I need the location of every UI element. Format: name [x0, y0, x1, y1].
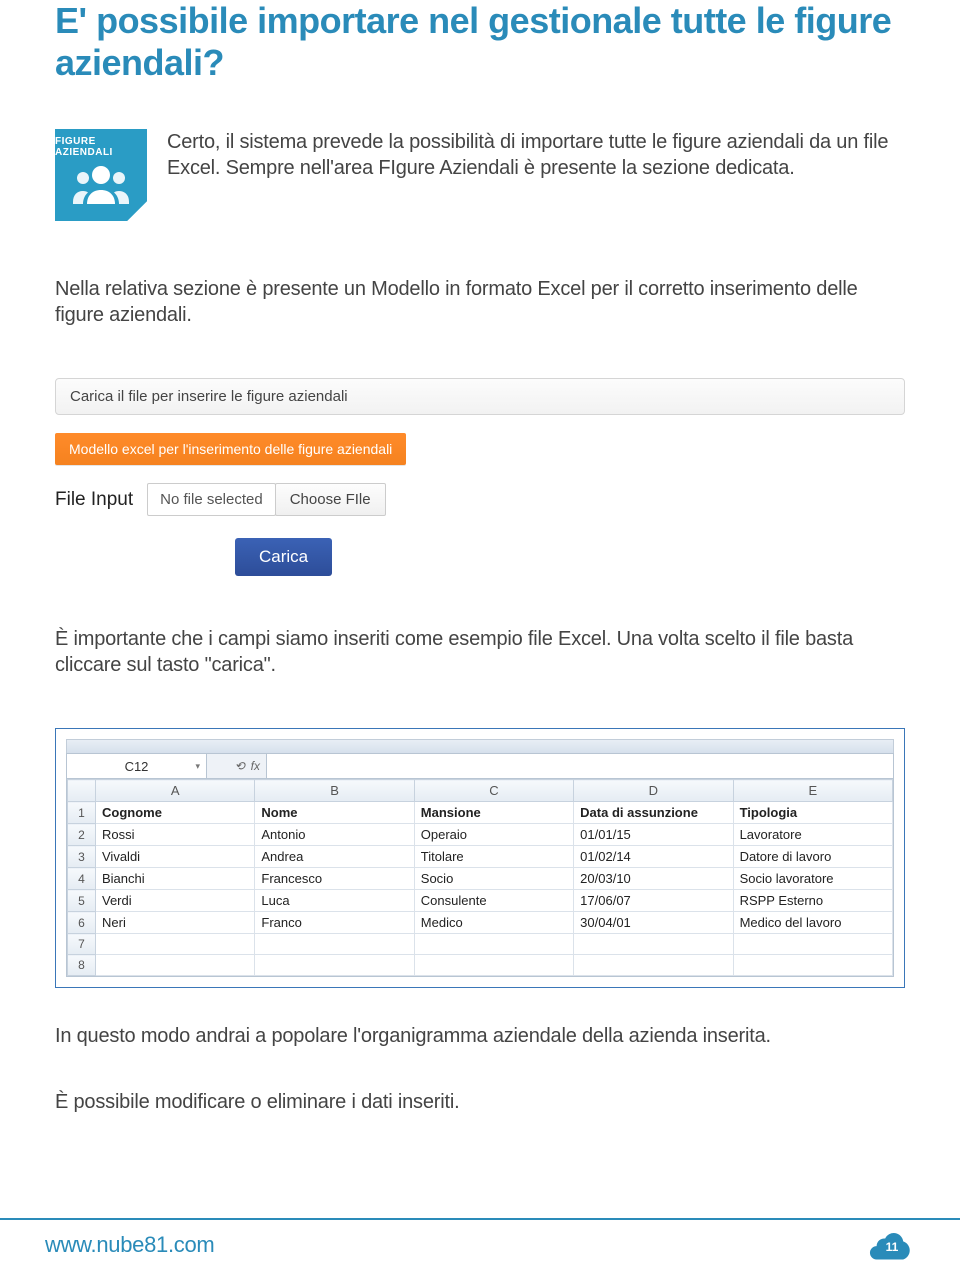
- excel-cell[interactable]: Nome: [255, 802, 414, 824]
- excel-col-header[interactable]: D: [574, 780, 733, 802]
- excel-cell[interactable]: Medico: [414, 912, 573, 934]
- excel-name-box[interactable]: C12: [67, 754, 207, 778]
- upload-panel: Carica il file per inserire le figure az…: [55, 378, 905, 576]
- excel-screenshot: C12 ⟲fx ABCDE 1CognomeNomeMansioneData di…: [55, 728, 905, 988]
- excel-row-header[interactable]: 6: [68, 912, 96, 934]
- excel-grid: ABCDE 1CognomeNomeMansioneData di assunzi…: [66, 779, 894, 977]
- tile-label: FIGURE AZIENDALI: [55, 136, 147, 158]
- panel-header: Carica il file per inserire le figure az…: [55, 378, 905, 415]
- page-number: 11: [869, 1240, 915, 1254]
- excel-cell[interactable]: Lavoratore: [733, 824, 892, 846]
- excel-cell[interactable]: Bianchi: [96, 868, 255, 890]
- page-footer: www.nube81.com 11: [0, 1218, 960, 1270]
- excel-col-header[interactable]: B: [255, 780, 414, 802]
- excel-cell[interactable]: Datore di lavoro: [733, 846, 892, 868]
- excel-cell[interactable]: Vivaldi: [96, 846, 255, 868]
- excel-cell[interactable]: Andrea: [255, 846, 414, 868]
- excel-cell[interactable]: Data di assunzione: [574, 802, 733, 824]
- excel-cell[interactable]: [255, 955, 414, 976]
- excel-cell[interactable]: [733, 955, 892, 976]
- excel-cell[interactable]: [255, 934, 414, 955]
- excel-cell[interactable]: RSPP Esterno: [733, 890, 892, 912]
- excel-ribbon-edge: [66, 739, 894, 753]
- excel-cell[interactable]: Antonio: [255, 824, 414, 846]
- file-selected-display: No file selected: [147, 483, 276, 516]
- upload-submit-button[interactable]: Carica: [235, 538, 332, 576]
- excel-cell[interactable]: [96, 934, 255, 955]
- paragraph-2: Nella relativa sezione è presente un Mod…: [55, 276, 905, 328]
- excel-cell[interactable]: Consulente: [414, 890, 573, 912]
- paragraph-3: È importante che i campi siamo inseriti …: [55, 626, 905, 678]
- excel-corner[interactable]: [68, 780, 96, 802]
- excel-row-header[interactable]: 1: [68, 802, 96, 824]
- excel-cell[interactable]: Cognome: [96, 802, 255, 824]
- excel-cell[interactable]: Rossi: [96, 824, 255, 846]
- excel-cell[interactable]: [414, 955, 573, 976]
- excel-cell[interactable]: [414, 934, 573, 955]
- excel-col-header[interactable]: A: [96, 780, 255, 802]
- excel-cell[interactable]: Socio lavoratore: [733, 868, 892, 890]
- excel-cell[interactable]: Operaio: [414, 824, 573, 846]
- excel-formula-bar[interactable]: [267, 754, 893, 778]
- excel-row-header[interactable]: 8: [68, 955, 96, 976]
- excel-cell[interactable]: Francesco: [255, 868, 414, 890]
- people-icon: [71, 162, 131, 210]
- excel-cell[interactable]: [574, 955, 733, 976]
- excel-cell[interactable]: Luca: [255, 890, 414, 912]
- excel-cell[interactable]: Verdi: [96, 890, 255, 912]
- figure-aziendali-tile: FIGURE AZIENDALI: [55, 129, 147, 221]
- excel-cell[interactable]: 30/04/01: [574, 912, 733, 934]
- excel-cell[interactable]: Mansione: [414, 802, 573, 824]
- excel-cell[interactable]: [574, 934, 733, 955]
- excel-row-header[interactable]: 4: [68, 868, 96, 890]
- paragraph-5: È possibile modificare o eliminare i dat…: [55, 1089, 905, 1115]
- excel-cell[interactable]: 17/06/07: [574, 890, 733, 912]
- excel-cell[interactable]: [96, 955, 255, 976]
- excel-cell[interactable]: Franco: [255, 912, 414, 934]
- excel-fx-icon[interactable]: ⟲fx: [207, 754, 267, 778]
- excel-cell[interactable]: Medico del lavoro: [733, 912, 892, 934]
- choose-file-button[interactable]: Choose FIle: [275, 483, 386, 516]
- intro-paragraph: Certo, il sistema prevede la possibilità…: [167, 129, 905, 221]
- page-title: E' possibile importare nel gestionale tu…: [55, 0, 905, 84]
- footer-url: www.nube81.com: [45, 1232, 214, 1258]
- excel-cell[interactable]: [733, 934, 892, 955]
- excel-cell[interactable]: Socio: [414, 868, 573, 890]
- excel-col-header[interactable]: E: [733, 780, 892, 802]
- excel-col-header[interactable]: C: [414, 780, 573, 802]
- excel-cell[interactable]: Titolare: [414, 846, 573, 868]
- excel-row-header[interactable]: 5: [68, 890, 96, 912]
- page-number-badge: 11: [869, 1228, 915, 1262]
- excel-row-header[interactable]: 7: [68, 934, 96, 955]
- paragraph-4: In questo modo andrai a popolare l'organ…: [55, 1023, 905, 1049]
- download-template-button[interactable]: Modello excel per l'inserimento delle fi…: [55, 433, 406, 465]
- excel-cell[interactable]: Tipologia: [733, 802, 892, 824]
- file-input-label: File Input: [55, 489, 133, 511]
- excel-cell[interactable]: 20/03/10: [574, 868, 733, 890]
- excel-cell[interactable]: 01/02/14: [574, 846, 733, 868]
- excel-cell[interactable]: Neri: [96, 912, 255, 934]
- excel-row-header[interactable]: 2: [68, 824, 96, 846]
- excel-cell[interactable]: 01/01/15: [574, 824, 733, 846]
- excel-row-header[interactable]: 3: [68, 846, 96, 868]
